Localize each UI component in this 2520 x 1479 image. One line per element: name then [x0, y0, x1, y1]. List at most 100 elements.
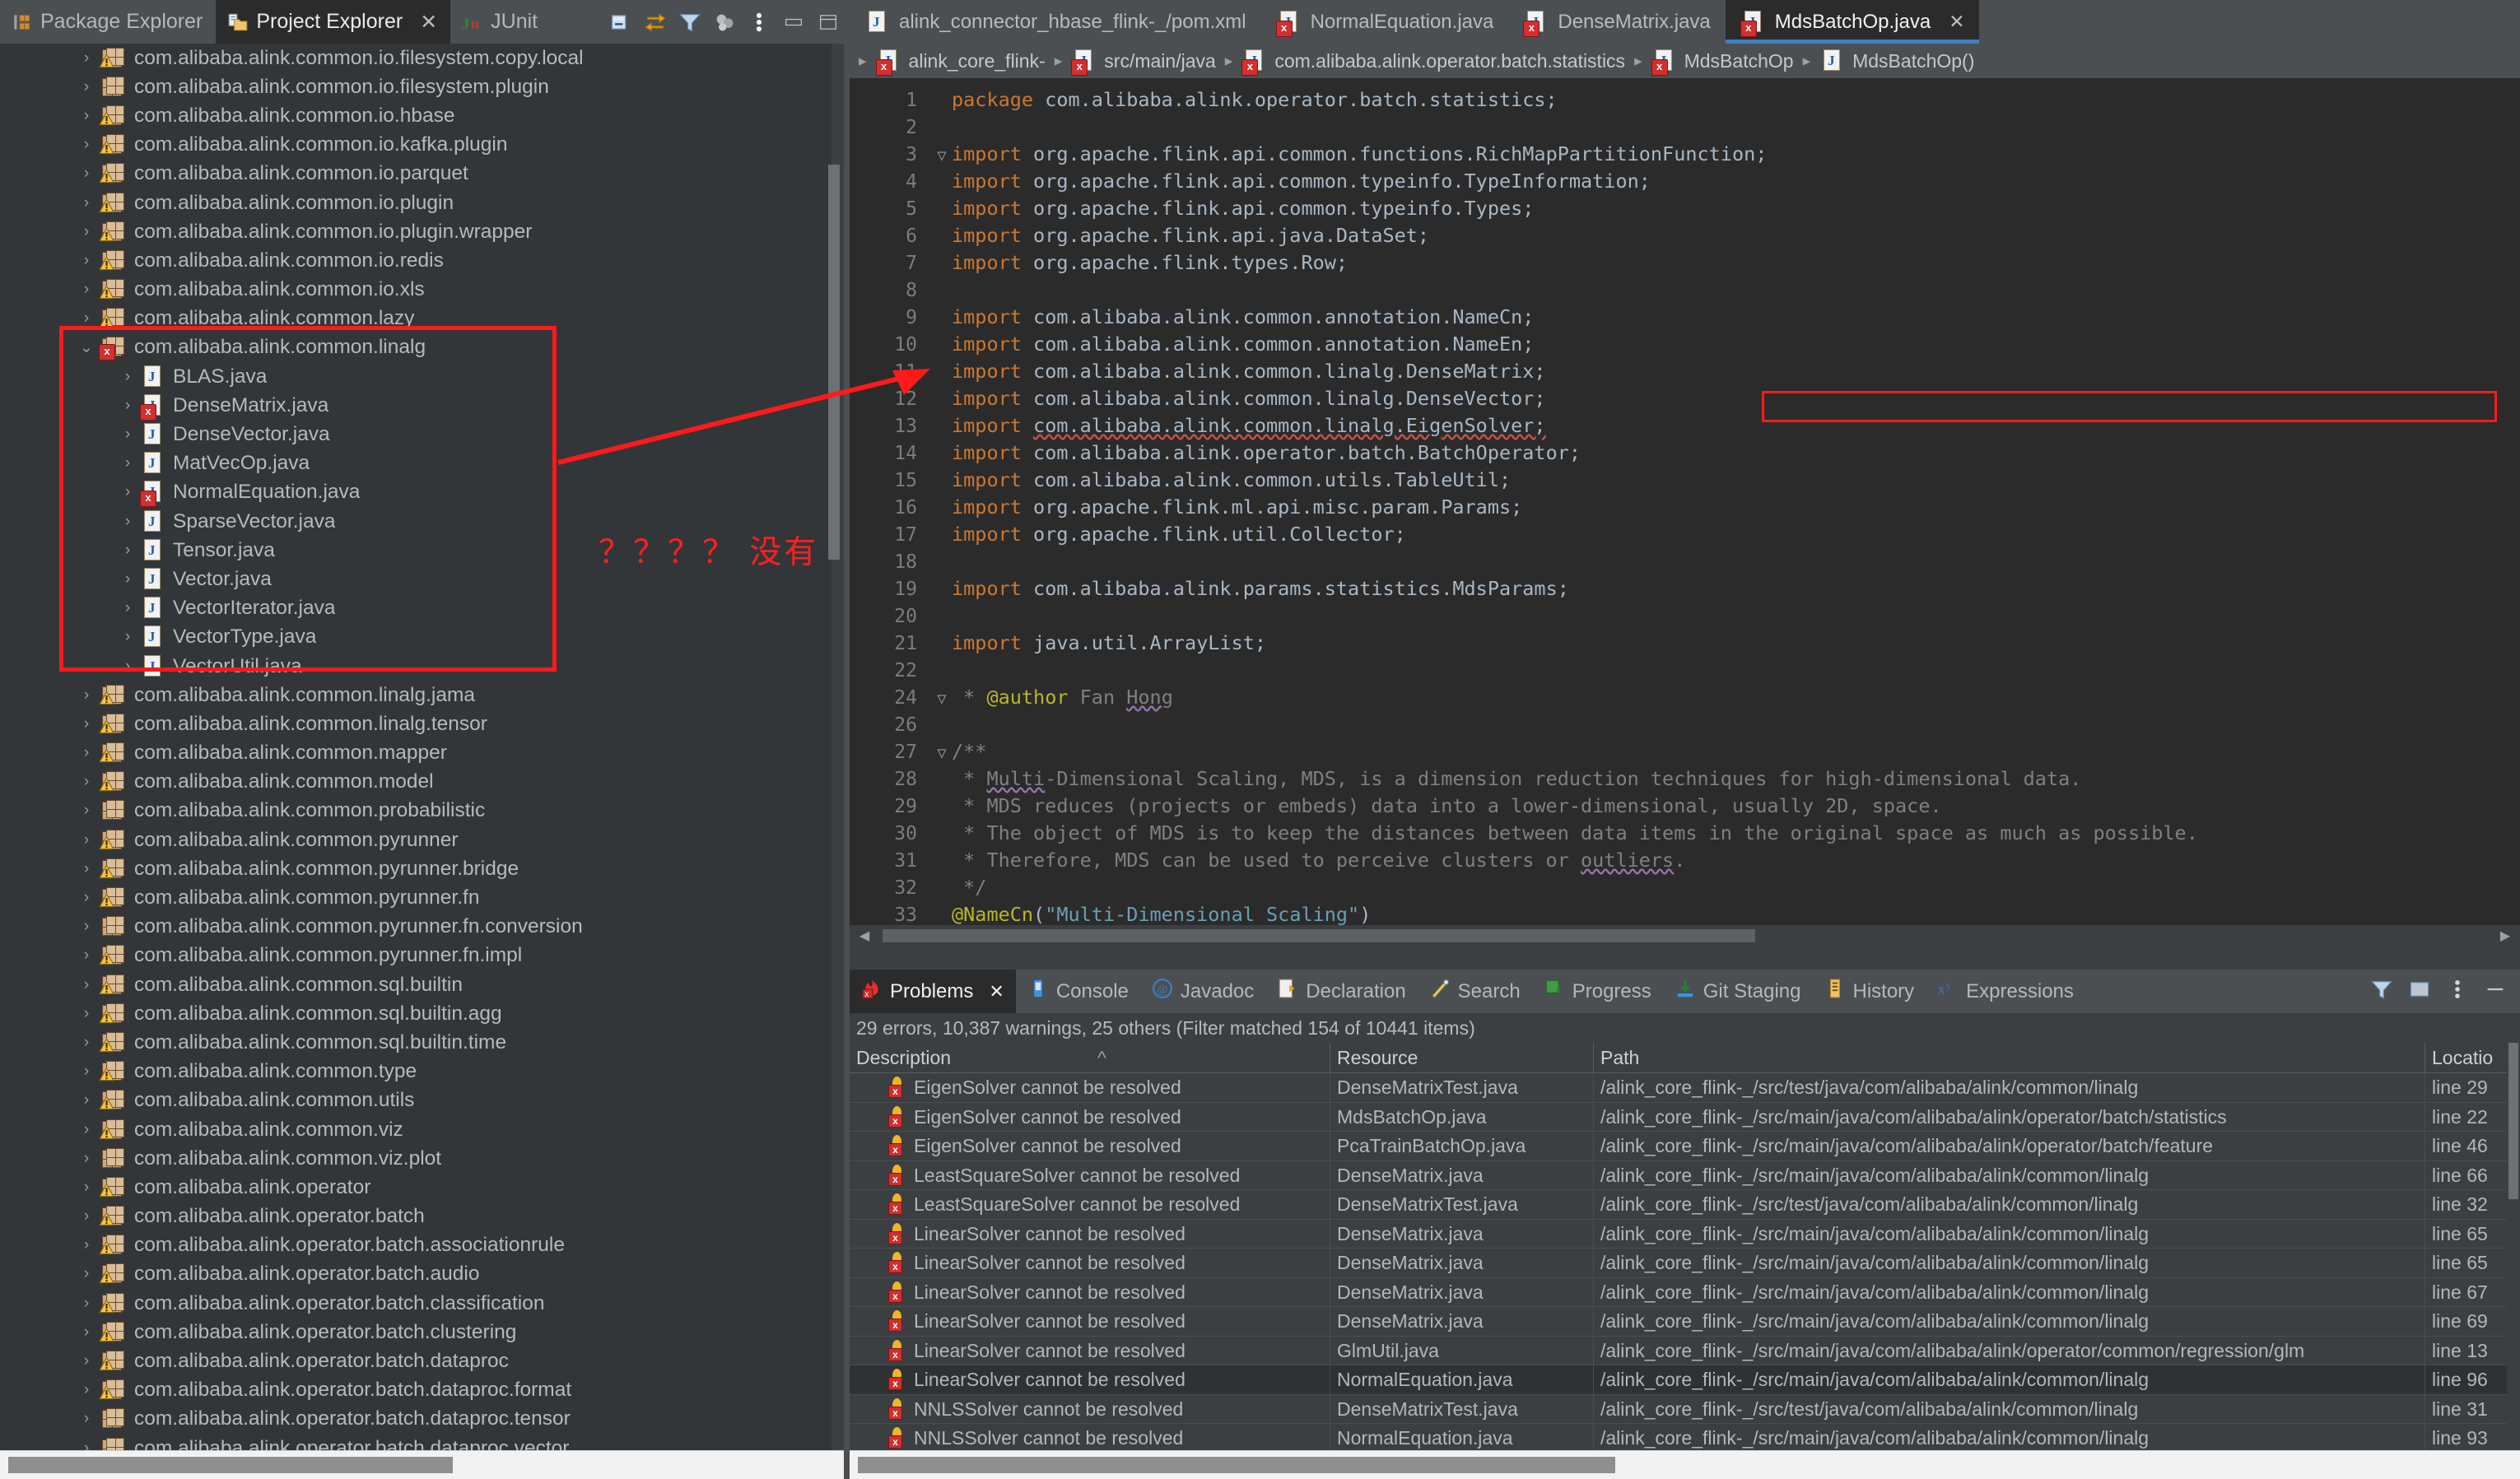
tree-item[interactable]: › VectorType.java [0, 623, 831, 652]
code-line[interactable]: 27 ▽/** [850, 738, 2520, 765]
chevron-right-icon[interactable]: › [74, 686, 99, 705]
chevron-right-icon[interactable]: › [74, 1410, 99, 1428]
column-header[interactable]: Resource [1330, 1043, 1594, 1072]
tab-junit[interactable]: Ju JUnit [450, 0, 552, 44]
tree-horizontal-scrollbar[interactable] [0, 1450, 850, 1479]
bottom-tab[interactable]: Declaration [1265, 970, 1417, 1013]
tree-item[interactable]: › com.alibaba.alink.common.pyrunner.fn.im… [0, 942, 831, 970]
tree-item[interactable]: › DenseVector.java [0, 420, 831, 449]
chevron-right-icon[interactable]: › [74, 889, 99, 907]
close-icon[interactable]: ✕ [420, 10, 437, 35]
chevron-right-icon[interactable]: › [115, 397, 140, 415]
code-line[interactable]: 24 ▽ * @author Fan Hong [850, 684, 2520, 711]
code-line[interactable]: 13 import com.alibaba.alink.common.linalg… [850, 412, 2520, 440]
chevron-right-icon[interactable]: › [74, 1295, 99, 1313]
tree-item[interactable]: › com.alibaba.alink.common.sql.builtin [0, 970, 831, 999]
view-menu-icon[interactable] [748, 11, 771, 34]
chevron-right-icon[interactable]: › [115, 483, 140, 501]
chevron-right-icon[interactable]: › [115, 570, 140, 588]
fold-toggle-icon[interactable]: ▽ [932, 686, 952, 713]
chevron-right-icon[interactable]: › [74, 946, 99, 965]
chevron-right-icon[interactable]: › [74, 860, 99, 878]
table-row[interactable]: x EigenSolver cannot be resolved PcaTrainB… [850, 1132, 2520, 1161]
chevron-right-icon[interactable]: › [74, 107, 99, 125]
chevron-right-icon[interactable]: › [74, 831, 99, 849]
chevron-right-icon[interactable]: › [115, 426, 140, 444]
breadcrumb-item[interactable]: x src/main/java [1071, 49, 1216, 76]
chevron-right-icon[interactable]: › [74, 1265, 99, 1283]
tree-item[interactable]: › com.alibaba.alink.common.pyrunner [0, 826, 831, 854]
overflow-menu-icon[interactable] [2446, 978, 2469, 1005]
view-menu-filter-icon[interactable] [678, 11, 701, 34]
tree-item[interactable]: › com.alibaba.alink.common.probabilistic [0, 797, 831, 826]
bottom-tab[interactable]: Search [1418, 970, 1532, 1013]
chevron-right-icon[interactable]: › [74, 194, 99, 212]
tree-item[interactable]: › BLAS.java [0, 362, 831, 391]
code-line[interactable]: 4 import org.apache.flink.api.common.type… [850, 168, 2520, 195]
table-row[interactable]: x LinearSolver cannot be resolved DenseMat… [850, 1219, 2520, 1249]
tab-project-explorer[interactable]: Project Explorer ✕ [216, 0, 451, 44]
code-editor[interactable]: 1 package com.alibaba.alink.operator.batc… [850, 78, 2520, 946]
problems-vertical-scrollbar[interactable] [2507, 1043, 2520, 1451]
table-row[interactable]: x LinearSolver cannot be resolved GlmUtil.… [850, 1336, 2520, 1365]
scrollbar-thumb[interactable] [8, 1457, 453, 1473]
code-line[interactable]: 28 * Multi-Dimensional Scaling, MDS, is … [850, 765, 2520, 793]
tree-item[interactable]: › com.alibaba.alink.common.io.plugin [0, 188, 831, 217]
scrollbar-thumb[interactable] [883, 929, 1755, 942]
bottom-tab[interactable]: @ Javadoc [1140, 970, 1265, 1013]
code-line[interactable]: 5 import org.apache.flink.api.common.type… [850, 195, 2520, 222]
table-row[interactable]: x NNLSSolver cannot be resolved DenseMatri… [850, 1394, 2520, 1424]
scrollbar-thumb[interactable] [2508, 1043, 2518, 1199]
scroll-left-icon[interactable]: ◀ [856, 928, 873, 944]
bottom-tab[interactable]: x y Expressions [1926, 970, 2085, 1013]
tree-item[interactable]: › com.alibaba.alink.common.io.plugin.wrap… [0, 217, 831, 246]
tree-item[interactable]: › com.alibaba.alink.common.viz [0, 1115, 831, 1144]
editor-tab[interactable]: x NormalEquation.java [1261, 0, 1509, 44]
chevron-right-icon[interactable]: › [74, 136, 99, 154]
editor-tab[interactable]: x DenseMatrix.java [1508, 0, 1725, 44]
code-line[interactable]: 17 import org.apache.flink.util.Collector… [850, 521, 2520, 548]
tree-item[interactable]: › com.alibaba.alink.common.viz.plot [0, 1144, 831, 1173]
chevron-right-icon[interactable]: › [74, 49, 99, 67]
chevron-right-icon[interactable]: › [74, 223, 99, 241]
maximize-icon[interactable] [817, 11, 840, 34]
chevron-right-icon[interactable]: › [74, 715, 99, 733]
tree-item[interactable]: › com.alibaba.alink.common.utils [0, 1086, 831, 1115]
chevron-right-icon[interactable]: › [74, 1179, 99, 1197]
breadcrumb-item[interactable]: x com.alibaba.alink.operator.batch.statis… [1241, 49, 1625, 76]
code-line[interactable]: 18 [850, 548, 2520, 575]
chevron-right-icon[interactable]: › [74, 165, 99, 183]
tree-item[interactable]: › com.alibaba.alink.operator [0, 1173, 831, 1202]
code-line[interactable]: 7 import org.apache.flink.types.Row; [850, 249, 2520, 277]
chevron-right-icon[interactable]: › [74, 309, 99, 328]
tree-item[interactable]: › com.alibaba.alink.operator.batch.associ… [0, 1231, 831, 1260]
code-line[interactable]: 1 package com.alibaba.alink.operator.batc… [850, 86, 2520, 114]
tree-item[interactable]: › com.alibaba.alink.common.io.filesystem.… [0, 72, 831, 101]
chevron-right-icon[interactable]: › [74, 1034, 99, 1052]
chevron-right-icon[interactable]: › [74, 252, 99, 270]
tree-item[interactable]: ⌄ x com.alibaba.alink.common.linalg [0, 333, 831, 362]
chevron-right-icon[interactable]: › [115, 599, 140, 617]
tree-vertical-scrollbar[interactable] [828, 49, 840, 1037]
tree-item[interactable]: › com.alibaba.alink.common.model [0, 768, 831, 797]
chevron-right-icon[interactable]: › [115, 628, 140, 646]
chevron-right-icon[interactable]: › [115, 513, 140, 531]
bottom-tab[interactable]: x Problems ✕ [850, 970, 1016, 1013]
tree-item[interactable]: › com.alibaba.alink.operator.batch.datapr… [0, 1434, 831, 1451]
editor-horizontal-scrollbar[interactable]: ◀ ▶ [850, 925, 2520, 946]
chevron-right-icon[interactable]: › [74, 744, 99, 762]
tree-item[interactable]: › com.alibaba.alink.operator.batch.audio [0, 1260, 831, 1289]
link-with-editor-icon[interactable] [644, 11, 667, 34]
focus-on-active-task-icon[interactable] [713, 11, 736, 34]
chevron-right-icon[interactable]: › [74, 802, 99, 820]
tree-item[interactable]: › VectorUtil.java [0, 652, 831, 681]
column-header[interactable]: Path [1594, 1043, 2425, 1072]
filter-icon[interactable] [2370, 978, 2393, 1005]
problems-table[interactable]: Description ^ Resource Path Locatio x EigenSo… [850, 1043, 2520, 1479]
chevron-right-icon[interactable]: › [115, 368, 140, 386]
tree-item[interactable]: › com.alibaba.alink.common.pyrunner.bridg… [0, 854, 831, 883]
chevron-right-icon[interactable]: › [74, 1005, 99, 1023]
tree-item[interactable]: › com.alibaba.alink.operator.batch.datapr… [0, 1405, 831, 1434]
chevron-right-icon[interactable]: › [74, 976, 99, 994]
editor-tab[interactable]: alink_connector_hbase_flink-_/pom.xml [850, 0, 1261, 44]
